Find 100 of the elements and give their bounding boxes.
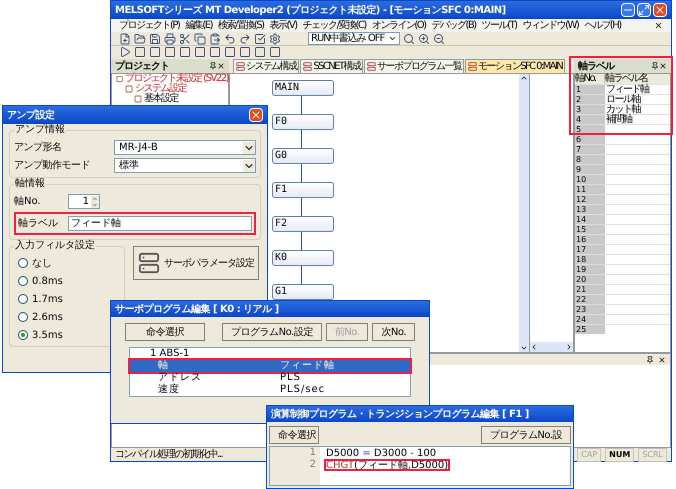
code-line[interactable]: D5000 = D3000 - 100 [324,447,450,459]
menu-item[interactable]: デバッグ(B) [432,20,476,30]
minimize-icon[interactable] [621,3,635,17]
table-cell[interactable]: カット軸 [605,105,670,114]
horizontal-scrollbar[interactable] [530,342,573,352]
radio-button[interactable] [18,294,28,304]
document-tab[interactable]: サーボプログラム一覧 [364,59,464,73]
pane-title: プロジェクト [115,59,170,72]
document-tab[interactable]: SSCNET構成 [300,59,364,73]
menu-item[interactable]: プロジェクト(P) [119,20,180,30]
vertical-scrollbar[interactable] [519,74,529,352]
radio-label: 0.8ms [32,274,63,288]
spin-up-icon[interactable] [91,196,99,202]
menu-item[interactable]: チェック/変換(C) [302,20,366,30]
table-cell[interactable]: ロール軸 [605,95,670,104]
radio-button[interactable] [18,258,28,268]
close-icon[interactable] [658,356,666,364]
copy-icon[interactable] [194,32,206,44]
sfc-step[interactable]: F0 [272,114,334,130]
square-icon[interactable] [179,46,191,58]
redo-icon[interactable] [239,32,251,44]
program-row[interactable]: 1 ABS-1 [130,348,410,360]
close-icon[interactable] [654,21,663,30]
dialog-button[interactable]: 次No. [372,323,415,341]
pin-icon[interactable] [209,62,217,70]
sfc-step[interactable]: K0 [272,250,334,266]
run-mode-combo[interactable]: RUN中書込み OFF [308,32,400,45]
tree-node-icon [125,85,133,93]
square-icon[interactable] [224,46,236,58]
maximize-icon[interactable] [637,3,651,17]
zoom-in-icon[interactable] [418,32,430,44]
sfc-step[interactable]: G0 [272,148,334,164]
dropdown-field[interactable]: MR-J4-B [114,140,256,155]
square-icon[interactable] [149,46,161,58]
tree-item[interactable]: プロジェクト未設定 (SV22) [125,74,228,84]
row-number-cell: 4 [575,115,605,124]
menu-item[interactable]: ウィンドウ(W) [522,20,578,30]
program-row[interactable]: 速度 PLS/sec [130,384,410,396]
menu-item[interactable]: 表示(V) [270,20,297,30]
menu-item[interactable]: 検索/置換(S) [218,20,264,30]
square-icon[interactable] [239,46,251,58]
program-row[interactable]: アドレス PLS [130,372,410,384]
scroll-left-icon[interactable] [530,343,538,351]
undo-icon[interactable] [224,32,236,44]
scroll-down-icon[interactable] [520,344,528,352]
pin-icon[interactable] [651,62,659,70]
cut-icon[interactable] [179,32,191,44]
radio-button[interactable] [18,312,28,322]
dialog-button[interactable]: プログラムNo.設定 [222,323,322,341]
zoom-out-icon[interactable] [433,32,445,44]
radio-button[interactable] [18,276,28,286]
radio-button[interactable] [18,330,28,340]
square-icon[interactable] [209,46,221,58]
sfc-step[interactable]: F2 [272,216,334,232]
square-icon[interactable] [164,46,176,58]
scroll-right-icon[interactable] [565,343,573,351]
dialog-button[interactable]: プログラムNo.設 [480,426,571,444]
menu-item[interactable]: ツール(T) [482,20,517,30]
search-icon[interactable] [403,32,415,44]
document-tab[interactable]: システム構成 [233,59,300,73]
group-title: 軸情報 [14,178,46,189]
menu-item[interactable]: オンライン(O) [372,20,426,30]
table-cell[interactable]: フィード軸 [605,85,670,94]
tree-item[interactable]: システム設定 [135,84,186,94]
save-icon[interactable] [149,32,161,44]
gear-icon[interactable] [269,32,281,44]
close-icon[interactable] [659,62,667,70]
check-icon[interactable] [254,32,266,44]
scroll-up-icon[interactable] [520,74,528,82]
square-icon[interactable] [134,46,146,58]
menu-item[interactable]: ヘルプ(H) [584,20,621,30]
pin-icon[interactable] [646,356,654,364]
sfc-step[interactable]: F1 [272,182,334,198]
text-field[interactable]: フィード軸 [68,216,252,231]
row-number-cell: 24 [575,315,605,324]
new-file-icon[interactable] [119,32,131,44]
paste-icon[interactable] [209,32,221,44]
dialog-button[interactable]: 命令選択 [125,323,205,341]
sfc-step[interactable]: MAIN [272,80,334,96]
square-icon[interactable] [194,46,206,58]
menu-item[interactable]: 編集(E) [185,20,212,30]
sfc-step[interactable]: G1 [272,284,334,300]
dialog-button[interactable]: 命令選択 [269,426,319,444]
table-cell[interactable]: 補間軸 [605,115,670,124]
program-row[interactable]: 軸 フィード軸 [130,360,410,372]
spin-down-icon[interactable] [91,202,99,208]
dropdown-field[interactable]: 標準 [114,158,256,173]
document-tab[interactable]: モーションSFC 0:MAIN [465,59,566,73]
folder-icon[interactable] [134,32,146,44]
connector-line [301,266,302,284]
printer-icon[interactable] [164,32,176,44]
connector-line [301,164,302,182]
tree-item[interactable]: 基本設定 [144,94,178,104]
spinner-field[interactable]: 1 [68,194,100,209]
window-title: 演算制御プログラム・トランジションプログラム編集 [ F1 ] [271,407,529,422]
play-icon[interactable] [119,46,131,58]
servo-parameter-button[interactable]: サーボパラメータ設定 [133,246,259,280]
square-icon[interactable] [269,46,281,58]
square-icon[interactable] [254,46,266,58]
close-icon[interactable] [217,62,225,70]
